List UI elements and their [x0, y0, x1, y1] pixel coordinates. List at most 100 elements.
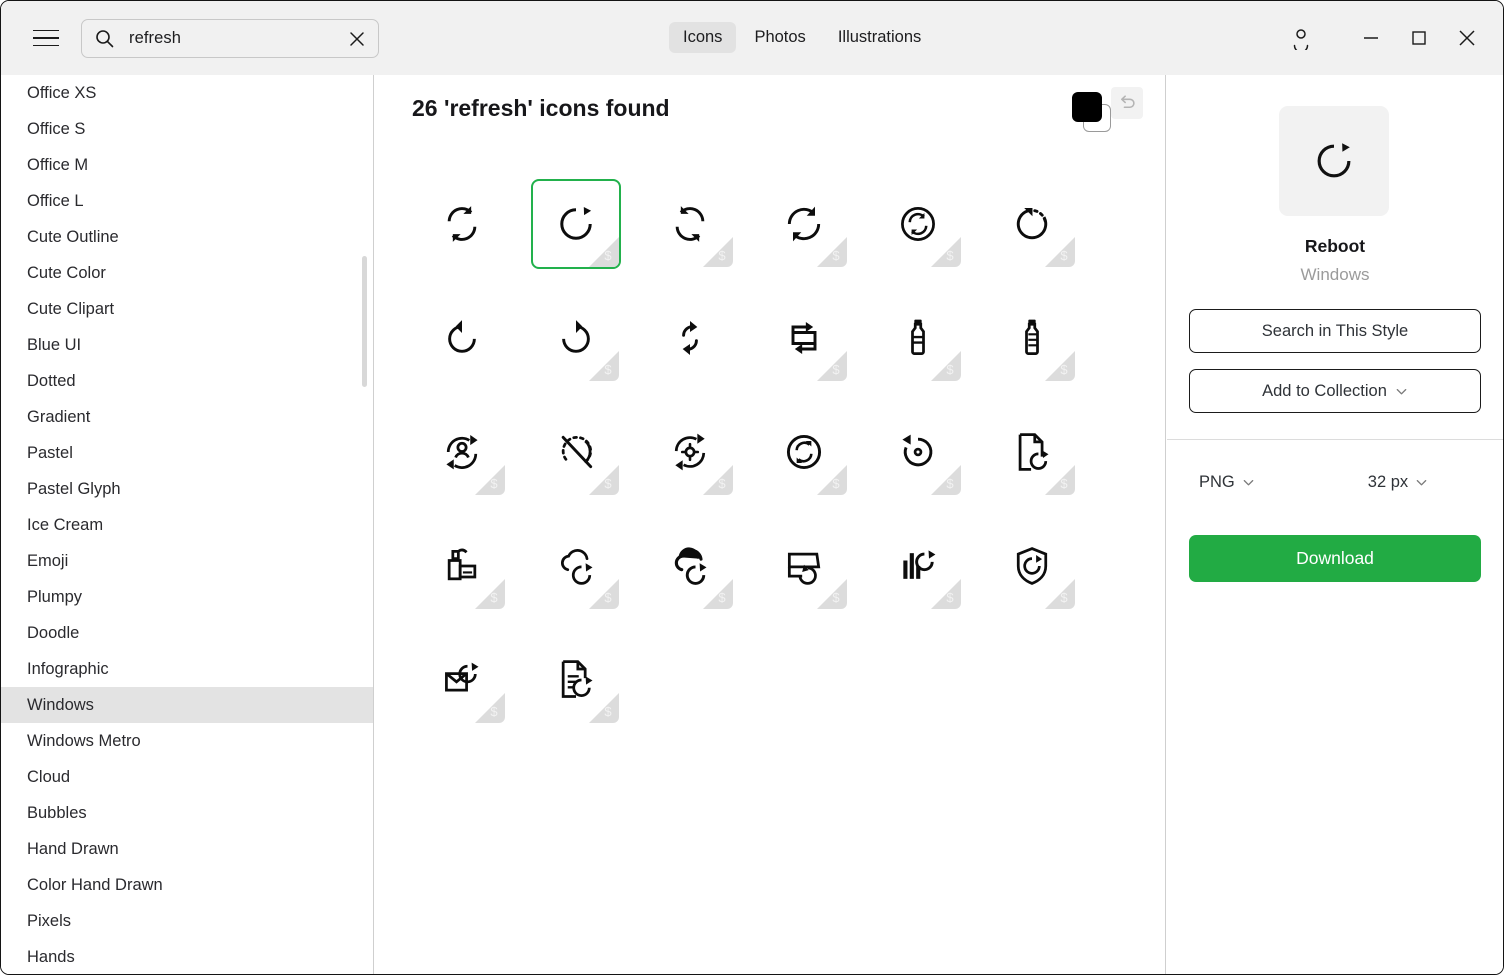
sidebar-item-office-xs[interactable]: Office XS: [1, 75, 373, 111]
icon-cell-rotate-right[interactable]: $: [519, 281, 633, 395]
icon-name-label: Reboot: [1304, 236, 1366, 256]
sidebar-item-plumpy[interactable]: Plumpy: [1, 579, 373, 615]
sidebar-item-cute-clipart[interactable]: Cute Clipart: [1, 291, 373, 327]
sidebar-item-cloud[interactable]: Cloud: [1, 759, 373, 795]
icon-cell-refresh-user[interactable]: $: [405, 395, 519, 509]
download-options: PNG 32 px: [1167, 473, 1503, 492]
icon-cell-inner: $: [759, 293, 849, 383]
tab-icons[interactable]: Icons: [669, 22, 737, 53]
sidebar-item-blue-ui[interactable]: Blue UI: [1, 327, 373, 363]
icon-cell-refresh-shield[interactable]: $: [975, 509, 1089, 623]
sidebar-item-bubbles[interactable]: Bubbles: [1, 795, 373, 831]
icon-cell-inner: $: [531, 179, 621, 269]
minimize-icon[interactable]: [1347, 14, 1395, 62]
icon-cell-inner: $: [873, 407, 963, 497]
sidebar-item-label: Plumpy: [27, 587, 83, 606]
sidebar-item-cute-outline[interactable]: Cute Outline: [1, 219, 373, 255]
sidebar-item-hands[interactable]: Hands: [1, 939, 373, 974]
reset-arrow-icon[interactable]: [1111, 87, 1143, 119]
refresh-dotted-arc-icon: [1016, 207, 1048, 240]
sidebar-item-office-m[interactable]: Office M: [1, 147, 373, 183]
sidebar-item-pastel-glyph[interactable]: Pastel Glyph: [1, 471, 373, 507]
icon-cell-refresh-document[interactable]: $: [975, 395, 1089, 509]
sidebar-scrollbar-thumb[interactable]: [362, 256, 367, 387]
svg-text:$: $: [718, 590, 726, 605]
results-header: 26 'refresh' icons found: [375, 75, 1165, 149]
sidebar-item-dotted[interactable]: Dotted: [1, 363, 373, 399]
foreground-color-swatch[interactable]: [1072, 92, 1102, 122]
tab-photos[interactable]: Photos: [740, 22, 819, 53]
icon-cell-restore-backup[interactable]: $: [861, 395, 975, 509]
sidebar-item-hand-drawn[interactable]: Hand Drawn: [1, 831, 373, 867]
icon-style-label: Windows: [1300, 265, 1370, 284]
icon-cell-sync-arrows[interactable]: [633, 281, 747, 395]
icon-cell-bottle[interactable]: $: [861, 281, 975, 395]
sidebar-item-label: Cute Outline: [27, 227, 119, 246]
icon-cell-bottle-refill[interactable]: $: [975, 281, 1089, 395]
sidebar-item-windows[interactable]: Windows: [1, 687, 373, 723]
sidebar-item-label: Hand Drawn: [27, 839, 119, 858]
sidebar-item-pixels[interactable]: Pixels: [1, 903, 373, 939]
icon-cell-refresh-two-arrows[interactable]: [405, 167, 519, 281]
refresh-mail-icon: [445, 662, 479, 692]
sidebar-item-color-hand-drawn[interactable]: Color Hand Drawn: [1, 867, 373, 903]
icon-cell-inner: [417, 179, 507, 269]
size-select[interactable]: 32 px: [1368, 473, 1428, 492]
icon-cell-cloud-refresh[interactable]: $: [519, 509, 633, 623]
rotate-right-icon: [562, 320, 590, 353]
search-in-this-style-button[interactable]: Search in This Style: [1189, 309, 1481, 353]
icon-cell-cloud-sync-filled[interactable]: $: [633, 509, 747, 623]
icon-cell-refresh-dotted-arc[interactable]: $: [975, 167, 1089, 281]
sidebar-item-doodle[interactable]: Doodle: [1, 615, 373, 651]
restore-window-icon: [787, 552, 821, 585]
icon-cell-refresh-chart[interactable]: $: [861, 509, 975, 623]
refresh-file-icon: [561, 660, 593, 698]
sidebar-item-label: Dotted: [27, 371, 76, 390]
icon-cell-rotate-left[interactable]: [405, 281, 519, 395]
sidebar-item-pastel[interactable]: Pastel: [1, 435, 373, 471]
icon-cell-refresh-mail[interactable]: $: [405, 623, 519, 737]
icon-cell-refresh-settings[interactable]: $: [633, 395, 747, 509]
icon-cell-inner: $: [645, 521, 735, 611]
refresh-settings-icon: [674, 433, 706, 471]
icon-cell-reboot-circular-arrow[interactable]: $: [519, 167, 633, 281]
sidebar-item-office-l[interactable]: Office L: [1, 183, 373, 219]
svg-text:$: $: [946, 590, 954, 605]
sidebar-item-cute-color[interactable]: Cute Color: [1, 255, 373, 291]
icon-cell-refresh-horizontal-arrows[interactable]: $: [747, 167, 861, 281]
sidebar-item-windows-metro[interactable]: Windows Metro: [1, 723, 373, 759]
search-input[interactable]: refresh: [81, 19, 379, 58]
sidebar-item-gradient[interactable]: Gradient: [1, 399, 373, 435]
icon-cell-inner: $: [531, 635, 621, 725]
download-button[interactable]: Download: [1189, 535, 1481, 582]
sidebar-item-emoji[interactable]: Emoji: [1, 543, 373, 579]
refresh-user-icon: [446, 435, 478, 470]
search-clear-icon[interactable]: [342, 24, 372, 54]
sidebar-item-office-s[interactable]: Office S: [1, 111, 373, 147]
app-window: refresh Icons Photos Illustrations Offic…: [0, 0, 1504, 975]
search-value: refresh: [129, 29, 182, 47]
format-select[interactable]: PNG: [1199, 473, 1255, 492]
icon-cell-refresh-file[interactable]: $: [519, 623, 633, 737]
icon-cell-refresh-circle-outline[interactable]: $: [747, 395, 861, 509]
chevron-down-icon: [1415, 476, 1428, 489]
account-icon[interactable]: [1277, 14, 1325, 62]
icon-cell-refresh-printer[interactable]: $: [405, 509, 519, 623]
sidebar-item-infographic[interactable]: Infographic: [1, 651, 373, 687]
sidebar-item-ice-cream[interactable]: Ice Cream: [1, 507, 373, 543]
icon-cell-repeat-square[interactable]: $: [747, 281, 861, 395]
maximize-icon[interactable]: [1395, 14, 1443, 62]
icon-cell-no-refresh[interactable]: $: [519, 395, 633, 509]
icon-cell-inner: $: [531, 293, 621, 383]
hamburger-menu-icon[interactable]: [24, 16, 68, 60]
sidebar-item-label: Office S: [27, 119, 86, 138]
add-to-collection-button[interactable]: Add to Collection: [1189, 369, 1481, 413]
close-icon[interactable]: [1443, 14, 1491, 62]
icon-cell-refresh-in-circle[interactable]: $: [861, 167, 975, 281]
svg-text:$: $: [946, 476, 954, 491]
icon-cell-refresh-counterclockwise[interactable]: $: [633, 167, 747, 281]
tab-illustrations[interactable]: Illustrations: [824, 22, 935, 53]
sidebar-item-label: Office L: [27, 191, 84, 210]
icon-cell-restore-window[interactable]: $: [747, 509, 861, 623]
search-icon: [95, 29, 114, 48]
